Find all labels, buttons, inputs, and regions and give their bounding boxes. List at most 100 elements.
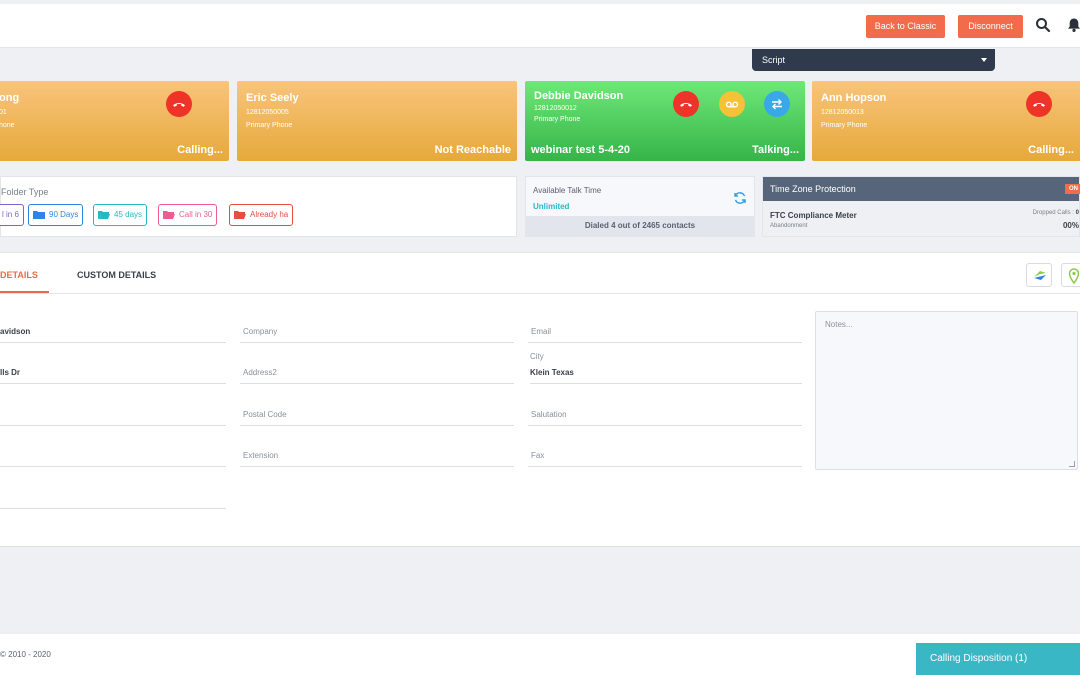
city-label: City: [530, 352, 544, 361]
folder-chip-label: 45 days: [114, 210, 143, 219]
email-field[interactable]: Email: [528, 323, 802, 343]
time-zone-toggle[interactable]: ON: [1065, 184, 1080, 194]
company-placeholder: Company: [243, 327, 278, 336]
salutation-placeholder: Salutation: [531, 410, 567, 419]
voicemail-button[interactable]: [719, 91, 745, 117]
contact-name: Debbie Davidson: [534, 90, 624, 102]
address2-field[interactable]: Address2: [240, 364, 514, 384]
folder-open-icon: [98, 211, 110, 219]
call-status: Talking...: [752, 144, 799, 156]
hangup-button[interactable]: [166, 91, 192, 117]
time-zone-title: Time Zone Protection: [763, 177, 1079, 201]
contact-name: ong: [0, 92, 20, 104]
caret-down-icon: [981, 58, 987, 62]
script-dropdown[interactable]: Script: [752, 49, 995, 71]
back-to-classic-button[interactable]: Back to Classic: [866, 15, 945, 38]
company-field[interactable]: Company: [240, 323, 514, 343]
fax-placeholder: Fax: [531, 451, 545, 460]
folder-chip-label: Call in 30: [179, 210, 213, 219]
folder-chip-label: 90 Days: [49, 210, 79, 219]
call-card[interactable]: Ann Hopson 12812050013 Primary Phone Cal…: [812, 81, 1080, 161]
contact-phone: 12812050012: [534, 105, 577, 112]
map-pin-icon: [1068, 268, 1080, 284]
disconnect-button[interactable]: Disconnect: [958, 15, 1023, 38]
tab-details[interactable]: DETAILS: [0, 270, 38, 280]
folder-type-panel: Folder Type l in 6 90 Days 45 days Call …: [0, 176, 517, 237]
folder-chip[interactable]: l in 6: [0, 204, 24, 226]
extension-field[interactable]: Extension: [240, 447, 514, 467]
abandonment-label: Abandonment: [770, 223, 808, 229]
tabs-divider: [0, 293, 1080, 294]
city-value: Klein Texas: [530, 368, 574, 377]
campaign-name: webinar test 5-4-20: [531, 144, 631, 156]
contact-details-panel: DETAILS CUSTOM DETAILS avidson lls Dr Co…: [0, 252, 1080, 547]
hangup-icon: [1033, 102, 1045, 107]
hangup-icon: [680, 102, 692, 107]
notes-placeholder: Notes...: [825, 320, 853, 329]
phone-type: Primary Phone: [821, 122, 868, 129]
transfer-icon: [772, 99, 782, 110]
field[interactable]: [0, 406, 226, 426]
location-button[interactable]: [1061, 263, 1080, 287]
hangup-icon: [173, 102, 185, 107]
dropped-calls-value: 0: [1075, 210, 1079, 216]
folder-icon: [33, 211, 45, 219]
phone-type: Primary Phone: [246, 122, 293, 129]
folder-chip[interactable]: 90 Days: [28, 204, 84, 226]
copyright: © 2010 - 2020: [0, 650, 51, 659]
call-status: Not Reachable: [434, 144, 511, 156]
folder-type-title: Folder Type: [1, 187, 49, 197]
contact-phone: 12812050005: [246, 109, 289, 116]
crm-sync-button[interactable]: [1026, 263, 1052, 287]
time-zone-panel: Time Zone Protection ON FTC Compliance M…: [762, 176, 1080, 237]
fax-field[interactable]: Fax: [528, 447, 802, 467]
postal-code-placeholder: Postal Code: [243, 410, 287, 419]
contact-name: Eric Seely: [246, 92, 299, 104]
salutation-field[interactable]: Salutation: [528, 406, 802, 426]
talk-time-label: Available Talk Time: [533, 186, 602, 195]
call-card[interactable]: ong 01 hone Calling...: [0, 81, 229, 161]
field[interactable]: [0, 489, 226, 509]
address2-placeholder: Address2: [243, 368, 277, 377]
dropped-calls-label: Dropped Calls :: [1032, 210, 1074, 216]
hangup-button[interactable]: [1026, 91, 1052, 117]
folder-chip[interactable]: 45 days: [93, 204, 148, 226]
call-card[interactable]: Eric Seely 12812050005 Primary Phone Not…: [237, 81, 517, 161]
field[interactable]: [0, 447, 226, 467]
folder-chip[interactable]: Already ha: [229, 204, 294, 226]
postal-code-field[interactable]: Postal Code: [240, 406, 514, 426]
dropped-calls: Dropped Calls : 0: [1033, 210, 1079, 216]
contact-phone: 01: [0, 109, 7, 116]
bell-icon[interactable]: [1066, 17, 1080, 37]
transfer-button[interactable]: [764, 91, 790, 117]
ftc-meter-title: FTC Compliance Meter: [770, 211, 857, 220]
talk-time-panel: Available Talk Time Unlimited Dialed 4 o…: [525, 176, 755, 237]
tab-custom-details[interactable]: CUSTOM DETAILS: [77, 270, 156, 280]
folder-open-icon: [163, 211, 175, 219]
active-call-card[interactable]: Debbie Davidson 12812050012 Primary Phon…: [525, 81, 805, 161]
folder-chip-label: Already ha: [250, 210, 289, 219]
contact-name: Ann Hopson: [821, 92, 887, 104]
folder-chip[interactable]: Call in 30: [158, 204, 218, 226]
search-icon[interactable]: [1035, 17, 1055, 37]
footer: © 2010 - 2020 Calling Disposition (1): [0, 634, 1080, 675]
talk-time-value: Unlimited: [533, 202, 570, 211]
abandonment-percent: 00%: [1062, 221, 1079, 230]
name-value: avidson: [0, 327, 31, 336]
dialed-count: Dialed 4 out of 2465 contacts: [526, 216, 754, 236]
contact-phone: 12812050013: [821, 109, 864, 116]
phone-type: Primary Phone: [534, 116, 581, 123]
call-status: Calling...: [177, 144, 223, 156]
refresh-icon[interactable]: [733, 191, 747, 210]
folder-open-icon: [234, 211, 246, 219]
phone-type: hone: [0, 122, 15, 129]
city-field[interactable]: City Klein Texas: [530, 352, 802, 384]
script-label: Script: [762, 55, 786, 65]
notes-textarea[interactable]: Notes...: [815, 311, 1078, 470]
resize-grip-icon[interactable]: [1069, 461, 1075, 467]
name-field[interactable]: avidson: [0, 323, 226, 343]
address-field[interactable]: lls Dr: [0, 364, 226, 384]
calling-disposition-button[interactable]: Calling Disposition (1): [916, 643, 1080, 675]
call-status: Calling...: [1028, 144, 1074, 156]
hangup-button[interactable]: [673, 91, 699, 117]
